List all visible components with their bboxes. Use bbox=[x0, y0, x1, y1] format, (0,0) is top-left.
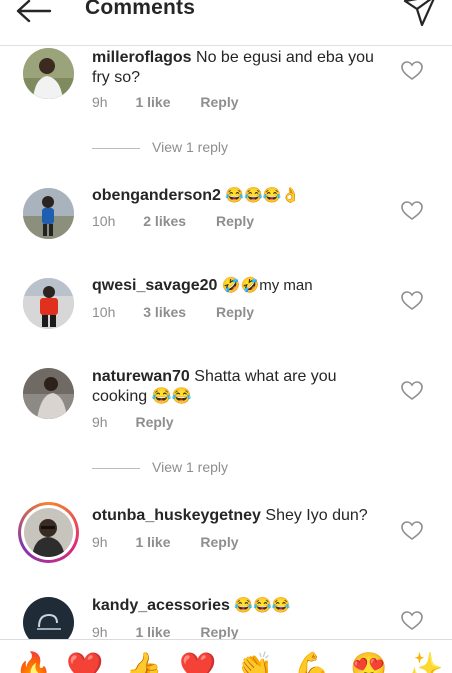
comment-meta: 10h 3 likes Reply bbox=[92, 304, 254, 320]
comment-meta: 10h 2 likes Reply bbox=[92, 213, 254, 229]
comment-username[interactable]: otunba_huskeygetney bbox=[92, 507, 261, 524]
sparkles-emoji-button[interactable]: ✨ bbox=[406, 652, 443, 673]
reply-button[interactable]: Reply bbox=[200, 624, 238, 640]
comment-meta: 9h 1 like Reply bbox=[92, 94, 239, 110]
heart-icon[interactable] bbox=[401, 381, 423, 401]
avatar-ring bbox=[21, 505, 76, 560]
comment-time: 9h bbox=[92, 94, 108, 110]
comment-likes[interactable]: 1 like bbox=[135, 534, 170, 550]
reply-button[interactable]: Reply bbox=[200, 534, 238, 550]
comment-likes[interactable]: 2 likes bbox=[143, 213, 186, 229]
comment-likes[interactable]: 1 like bbox=[135, 94, 170, 110]
clapping-emoji-button[interactable]: 👏 bbox=[236, 652, 273, 673]
avatar[interactable] bbox=[23, 278, 74, 329]
view-replies-button[interactable]: View 1 reply bbox=[92, 139, 228, 155]
comment-time: 10h bbox=[92, 304, 116, 320]
heart-icon[interactable] bbox=[401, 201, 423, 221]
comment-username[interactable]: kandy_acessories bbox=[92, 597, 230, 614]
avatar[interactable] bbox=[18, 502, 79, 563]
comment-text: Shey Iyo dun? bbox=[265, 507, 368, 524]
comment-text: 😂😂😂 bbox=[234, 597, 291, 614]
comment-time: 9h bbox=[92, 414, 108, 430]
view-replies-button[interactable]: View 1 reply bbox=[92, 459, 228, 475]
comment-likes[interactable]: 3 likes bbox=[143, 304, 186, 320]
flexed-biceps-emoji-button[interactable]: 💪 bbox=[293, 652, 330, 673]
send-icon[interactable] bbox=[402, 0, 438, 28]
comment-username[interactable]: naturewan70 bbox=[92, 368, 190, 385]
thumbs-up-emoji-button[interactable]: 👍 bbox=[125, 652, 162, 673]
comment-likes[interactable]: 1 like bbox=[135, 624, 170, 640]
avatar[interactable] bbox=[23, 48, 74, 99]
comment-meta: 9h Reply bbox=[92, 414, 174, 430]
comment-username[interactable]: milleroflagos bbox=[92, 49, 192, 66]
comment-time: 10h bbox=[92, 213, 116, 229]
comment-username[interactable]: qwesi_savage20 bbox=[92, 277, 217, 294]
emoji-reaction-bar: 🔥 ❤️ 👍 ❤️ 👏 💪 😍 ✨ bbox=[0, 639, 452, 673]
comment-time: 9h bbox=[92, 624, 108, 640]
back-arrow-icon[interactable] bbox=[14, 0, 54, 28]
reply-divider bbox=[92, 467, 140, 469]
comment-username[interactable]: obenganderson2 bbox=[92, 187, 221, 204]
page-title: Comments bbox=[85, 0, 196, 19]
fire-emoji-button[interactable]: 🔥 bbox=[15, 652, 52, 673]
top-bar: Comments bbox=[0, 0, 452, 46]
red-heart-emoji-button[interactable]: ❤️ bbox=[66, 652, 103, 673]
comment-text: 🤣🤣my man bbox=[221, 277, 313, 294]
comment-text: 😂😂😂👌 bbox=[225, 187, 301, 204]
reply-button[interactable]: Reply bbox=[216, 304, 254, 320]
heart-icon[interactable] bbox=[401, 521, 423, 541]
comment-meta: 9h 1 like Reply bbox=[92, 624, 239, 640]
reply-button[interactable]: Reply bbox=[216, 213, 254, 229]
reply-button[interactable]: Reply bbox=[135, 414, 173, 430]
comment-time: 9h bbox=[92, 534, 108, 550]
avatar-image bbox=[24, 508, 73, 557]
heart-icon[interactable] bbox=[401, 611, 423, 631]
comment-meta: 9h 1 like Reply bbox=[92, 534, 239, 550]
reply-button[interactable]: Reply bbox=[200, 94, 238, 110]
avatar[interactable] bbox=[23, 188, 74, 239]
avatar[interactable] bbox=[23, 368, 74, 419]
heart-eyes-emoji-button[interactable]: 😍 bbox=[350, 652, 387, 673]
heart-icon[interactable] bbox=[401, 61, 423, 81]
reply-divider bbox=[92, 147, 140, 149]
heart-emoji-button[interactable]: ❤️ bbox=[179, 652, 216, 673]
heart-icon[interactable] bbox=[401, 291, 423, 311]
